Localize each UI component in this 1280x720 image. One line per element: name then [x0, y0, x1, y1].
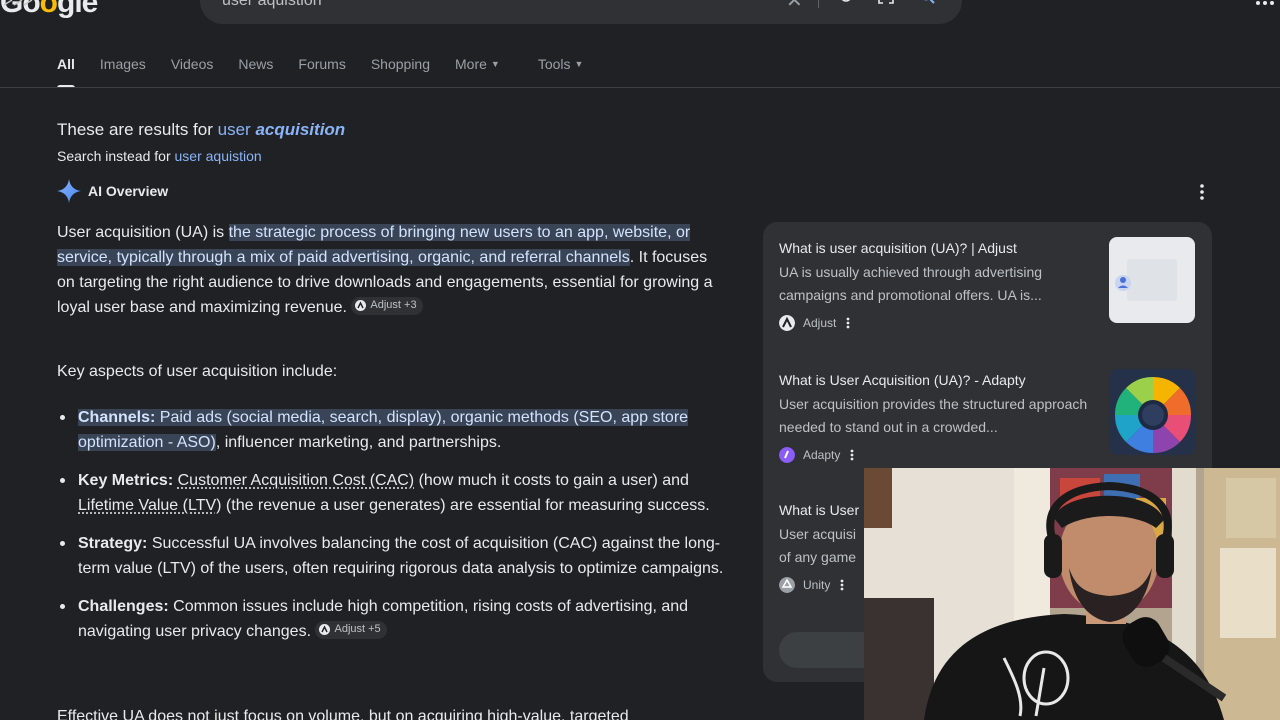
tab-all[interactable]: All — [57, 54, 75, 88]
source-title[interactable]: What is User Acquisition (UA)? - Adapty — [779, 370, 1099, 390]
source-snippet: User acquisition provides the structured… — [779, 396, 1088, 435]
source-thumbnail[interactable] — [1109, 369, 1195, 455]
tabs-divider — [0, 87, 1280, 88]
tab-tools-label: Tools — [537, 56, 571, 72]
source-title[interactable]: What is user acquisition (UA)? | Adjust — [779, 238, 1099, 258]
original-query-link[interactable]: user aquistion — [175, 148, 262, 164]
corrected-query-link[interactable]: user acquisition — [218, 120, 346, 139]
ai-sparkle-icon — [57, 179, 81, 203]
list-item: Channels: Paid ads (social media, search… — [57, 405, 727, 455]
search-instead: Search instead for user aquistion — [57, 148, 262, 164]
more-options-icon[interactable] — [840, 579, 844, 591]
search-tabs: All Images Videos News Forums Shopping M… — [57, 54, 608, 88]
tab-news[interactable]: News — [238, 54, 273, 88]
adjust-logo-icon — [319, 624, 331, 635]
source-chip[interactable]: Adjust +3 — [351, 296, 423, 315]
tab-shopping[interactable]: Shopping — [371, 54, 430, 88]
chevron-down-icon: ▼ — [490, 59, 500, 69]
doodle-mark-icon — [4, 0, 33, 6]
webcam-overlay — [864, 468, 1280, 720]
spelling-correction: These are results for user acquisition — [57, 120, 346, 139]
voice-search-icon[interactable] — [838, 0, 854, 4]
tab-more[interactable]: More ▼ — [455, 54, 500, 88]
tab-more-label: More — [455, 56, 487, 72]
list-item: Key Metrics: Customer Acquisition Cost (… — [57, 468, 727, 518]
source-thumbnail[interactable] — [1109, 237, 1195, 323]
adjust-thumbnail-image — [1115, 259, 1177, 301]
search-icon[interactable] — [920, 0, 936, 4]
ai-overview-header: AI Overview — [57, 179, 169, 203]
more-options-icon[interactable] — [846, 317, 850, 329]
adjust-logo-icon — [779, 315, 795, 331]
tab-videos[interactable]: Videos — [171, 54, 214, 88]
image-search-icon[interactable] — [878, 0, 894, 4]
aspects-list: Channels: Paid ads (social media, search… — [57, 405, 727, 657]
ai-overview-intro: User acquisition (UA) is the strategic p… — [57, 224, 713, 316]
search-divider — [818, 0, 819, 8]
adapty-logo-icon — [779, 447, 795, 463]
tab-forums[interactable]: Forums — [298, 54, 345, 88]
tab-tools[interactable]: Tools ▼ — [538, 54, 584, 88]
search-input[interactable]: user aquistion — [222, 0, 322, 10]
clear-search-icon[interactable]: ✕ — [786, 0, 803, 13]
list-item: Challenges: Common issues include high c… — [57, 594, 727, 644]
tab-images[interactable]: Images — [100, 54, 146, 88]
source-snippet: UA is usually achieved through advertisi… — [779, 264, 1043, 303]
source-chip[interactable]: Adjust +5 — [315, 620, 387, 639]
ltv-term-link[interactable]: Lifetime Value (LTV) — [78, 497, 221, 514]
search-box[interactable]: user aquistion ✕ — [200, 0, 962, 24]
adapty-thumbnail-image — [1114, 376, 1192, 454]
more-options-icon[interactable] — [1195, 183, 1209, 201]
presenter-video-image — [864, 468, 1280, 720]
cac-term-link[interactable]: Customer Acquisition Cost (CAC) — [178, 472, 415, 489]
chevron-down-icon: ▼ — [574, 59, 584, 69]
aspects-heading: Key aspects of user acquisition include: — [57, 363, 338, 380]
list-item: Strategy: Successful UA involves balanci… — [57, 531, 727, 581]
top-bar: Google user aquistion ✕ — [0, 0, 1280, 30]
ai-overview-title: AI Overview — [88, 183, 169, 199]
more-options-icon[interactable] — [850, 449, 854, 461]
adjust-logo-icon — [355, 300, 367, 311]
source-snippet: User acquisi of any game — [779, 526, 857, 565]
cutoff-paragraph: Effective UA does not just focus on volu… — [57, 708, 629, 720]
unity-logo-icon — [779, 577, 795, 593]
google-apps-icon[interactable] — [1256, 0, 1274, 6]
